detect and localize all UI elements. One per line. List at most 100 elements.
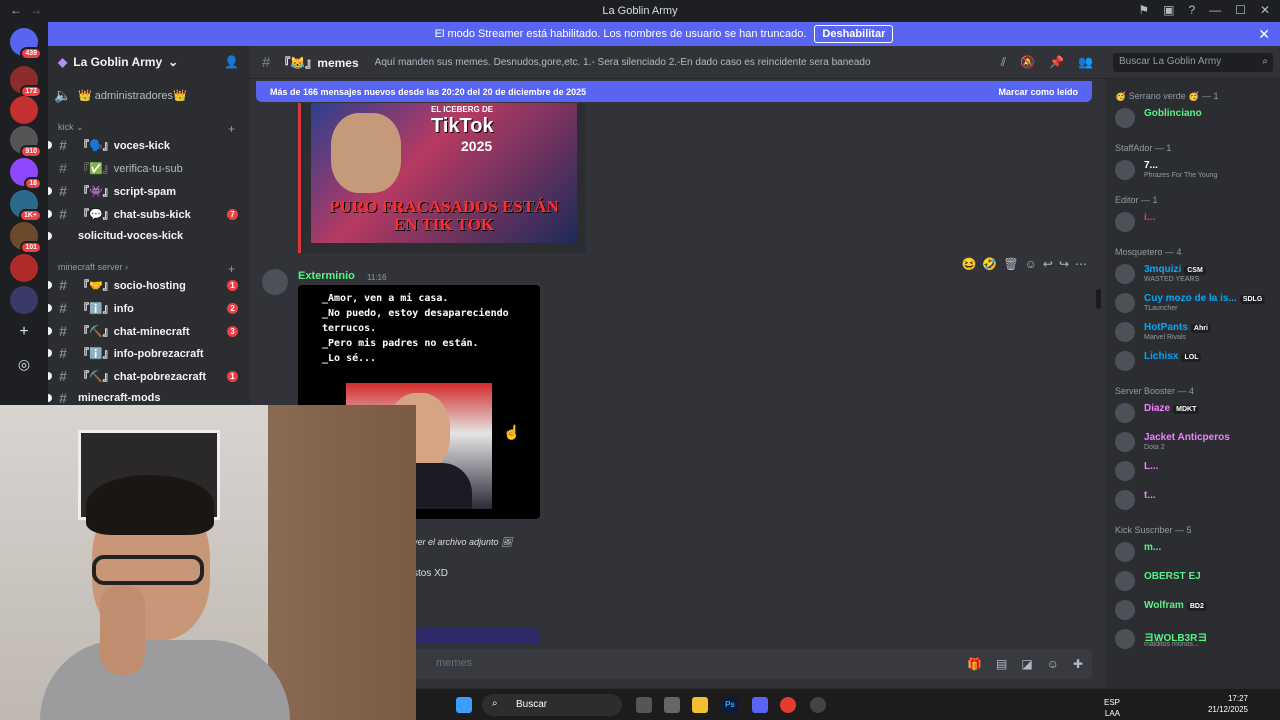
notification-bell-icon[interactable]: 🔕 bbox=[1020, 55, 1035, 70]
channel-voces-kick[interactable]: # 『🗣️』voces-kick bbox=[48, 134, 250, 156]
member-name: t... bbox=[1144, 490, 1156, 501]
hash-icon: # bbox=[59, 183, 67, 199]
guild-icon[interactable] bbox=[10, 96, 38, 124]
member-item[interactable]: Diaze MDKT bbox=[1115, 401, 1280, 425]
windows-start-icon[interactable] bbox=[456, 697, 472, 713]
channel-socio-hosting[interactable]: # 『🤝』socio-hosting 1 bbox=[48, 274, 250, 296]
system-tray[interactable]: ESP LAA 17:27 21/12/2025 bbox=[1104, 693, 1270, 718]
channel-administradores[interactable]: 🔈 👑 administradores👑 bbox=[48, 84, 250, 106]
reaction-emoji-icon[interactable]: 😆 bbox=[961, 257, 976, 271]
member-name-text: Cuy mozo de la is... bbox=[1144, 293, 1237, 304]
more-options-icon[interactable]: ⋯ bbox=[1075, 257, 1087, 271]
member-tag: SDLG bbox=[1239, 295, 1266, 304]
attachment-reply[interactable]: ver el archivo adjunto 🖼 bbox=[413, 537, 513, 548]
threads-icon[interactable]: ⫽ bbox=[1001, 55, 1006, 70]
new-messages-bar[interactable]: Más de 166 mensajes nuevos desde las 20:… bbox=[256, 81, 1092, 102]
add-reaction-icon[interactable]: ☺ bbox=[1025, 257, 1037, 271]
channel-verifica-tu-sub[interactable]: # 『✅』verifica-tu-sub bbox=[48, 157, 250, 179]
member-item[interactable]: OBERST EJ bbox=[1115, 569, 1280, 593]
channel-chat-subs-kick[interactable]: # 『💬』chat-subs-kick 7 bbox=[48, 203, 250, 225]
guild-icon[interactable]: 101 bbox=[10, 222, 42, 254]
scrollbar[interactable] bbox=[1096, 289, 1101, 309]
apps-icon[interactable]: ✚ bbox=[1073, 657, 1083, 671]
emoji-icon[interactable]: ☺ bbox=[1047, 657, 1059, 671]
minimize-icon[interactable]: — bbox=[1209, 3, 1221, 17]
discord-home-icon[interactable]: 439 bbox=[10, 28, 42, 60]
twitch-guild-icon[interactable]: 18 bbox=[10, 158, 42, 190]
guild-icon[interactable]: 172 bbox=[10, 66, 42, 98]
discover-icon[interactable]: ◎ bbox=[10, 350, 38, 378]
search-input[interactable]: Buscar La Goblin Army bbox=[1113, 53, 1273, 72]
channel-info[interactable]: # 『ℹ️』info 2 bbox=[48, 297, 250, 319]
category-kick[interactable]: kick ⌄ + bbox=[58, 122, 235, 136]
member-item[interactable]: L... bbox=[1115, 459, 1280, 483]
image-preview[interactable] bbox=[416, 628, 540, 644]
file-explorer-icon[interactable] bbox=[692, 697, 708, 713]
guild-icon[interactable]: 1K+ bbox=[10, 190, 42, 222]
channel-chat-pobrezacraft[interactable]: # 『⛏️』chat-pobrezacraft 1 bbox=[48, 365, 250, 387]
sticker-icon[interactable]: ◪ bbox=[1021, 657, 1032, 671]
invite-icon[interactable]: 👤 bbox=[224, 55, 239, 69]
message-author[interactable]: Exterminio bbox=[298, 270, 355, 282]
avatar[interactable] bbox=[262, 269, 288, 295]
guild-icon[interactable] bbox=[10, 286, 38, 314]
obs-icon[interactable] bbox=[810, 697, 826, 713]
member-item[interactable]: HotPants Ahri Marvel Rivals bbox=[1115, 320, 1280, 344]
mark-as-read-button[interactable]: Marcar como leído bbox=[998, 87, 1078, 97]
member-item[interactable]: Cuy mozo de la is... SDLG TLauncher bbox=[1115, 291, 1280, 315]
gif-icon[interactable]: ▤ bbox=[996, 657, 1007, 671]
category-minecraft[interactable]: minecraft server › + bbox=[58, 262, 235, 276]
avatar bbox=[1115, 160, 1135, 180]
member-item[interactable]: 3mquizi CSM WASTED YEARS bbox=[1115, 262, 1280, 286]
meme-image: EL ICEBERG DE TikTok 2025 PURO FRACASADO… bbox=[311, 103, 577, 243]
member-item[interactable]: ヨWOLB3Rヨ malditos monos... bbox=[1115, 627, 1280, 651]
avatar bbox=[1115, 490, 1135, 510]
app-icon[interactable] bbox=[664, 697, 680, 713]
add-server-icon[interactable]: + bbox=[10, 318, 38, 346]
member-tag: Ahri bbox=[1190, 324, 1211, 333]
photoshop-icon[interactable]: Ps bbox=[722, 697, 738, 713]
member-list-icon[interactable]: 👥 bbox=[1078, 55, 1093, 70]
gift-icon[interactable]: 🎁 bbox=[967, 657, 982, 671]
taskbar-search[interactable]: Buscar bbox=[482, 694, 622, 716]
search-area: Buscar La Goblin Army ⌕ bbox=[1105, 46, 1280, 79]
channel-info-pobrezacraft[interactable]: # 『ℹ️』info-pobrezacraft bbox=[48, 342, 250, 364]
member-item[interactable]: Goblinciano bbox=[1115, 106, 1280, 130]
member-item[interactable]: 7... Phrazes For The Young bbox=[1115, 158, 1280, 182]
member-item[interactable]: t... bbox=[1115, 488, 1280, 512]
channel-script-spam[interactable]: # 『👾』script-spam bbox=[48, 180, 250, 202]
reaction-emoji-icon[interactable]: 🗑 bbox=[1003, 257, 1018, 271]
avatar bbox=[1115, 432, 1135, 452]
meme-image-tiktok[interactable]: EL ICEBERG DE TikTok 2025 PURO FRACASADO… bbox=[298, 103, 586, 253]
member-item[interactable]: Wolfram BD2 bbox=[1115, 598, 1280, 622]
member-name-text: m... bbox=[1144, 542, 1162, 553]
forward-icon[interactable]: ↪ bbox=[1059, 257, 1069, 271]
close-banner-icon[interactable]: ✕ bbox=[1258, 26, 1270, 43]
channel-topic[interactable]: Aquí manden sus memes. Desnudos,gore,etc… bbox=[375, 57, 871, 68]
reaction-emoji-icon[interactable]: 🤣 bbox=[982, 257, 997, 271]
reply-icon[interactable]: ↩ bbox=[1043, 257, 1053, 271]
member-name-text: Lichisx bbox=[1144, 351, 1179, 362]
member-item[interactable]: i... bbox=[1115, 210, 1280, 234]
server-header[interactable]: ◆ La Goblin Army ⌄ 👤 bbox=[48, 46, 250, 78]
maximize-icon[interactable]: ☐ bbox=[1235, 3, 1246, 17]
guild-icon[interactable] bbox=[10, 254, 38, 282]
hash-icon: # bbox=[59, 345, 67, 361]
close-window-icon[interactable]: ✕ bbox=[1260, 3, 1270, 17]
discord-icon[interactable] bbox=[752, 697, 768, 713]
disable-button[interactable]: Deshabilitar bbox=[814, 25, 894, 43]
chrome-icon[interactable] bbox=[780, 697, 796, 713]
guild-icon[interactable]: 910 bbox=[10, 126, 42, 158]
member-item[interactable]: Lichisx LOL bbox=[1115, 349, 1280, 373]
meme-text: _Amor, ven a mi casa. _No puedo, estoy d… bbox=[322, 293, 509, 364]
task-view-icon[interactable] bbox=[636, 697, 652, 713]
pin-icon[interactable]: 📌 bbox=[1049, 55, 1064, 70]
channel-solicitud-voces-kick[interactable]: solicitud-voces-kick bbox=[48, 225, 250, 247]
channel-chat-minecraft[interactable]: # 『⛏️』chat-minecraft 3 bbox=[48, 320, 250, 342]
screen-icon[interactable]: ▣ bbox=[1163, 3, 1174, 17]
help-icon[interactable]: ? bbox=[1188, 3, 1195, 17]
member-item[interactable]: m... bbox=[1115, 540, 1280, 564]
member-item[interactable]: Jacket Anticperos Dota 2 bbox=[1115, 430, 1280, 454]
streamer-mode-banner: El modo Streamer está habilitado. Los no… bbox=[48, 22, 1280, 46]
inbox-icon[interactable]: ⚑ bbox=[1138, 3, 1149, 17]
